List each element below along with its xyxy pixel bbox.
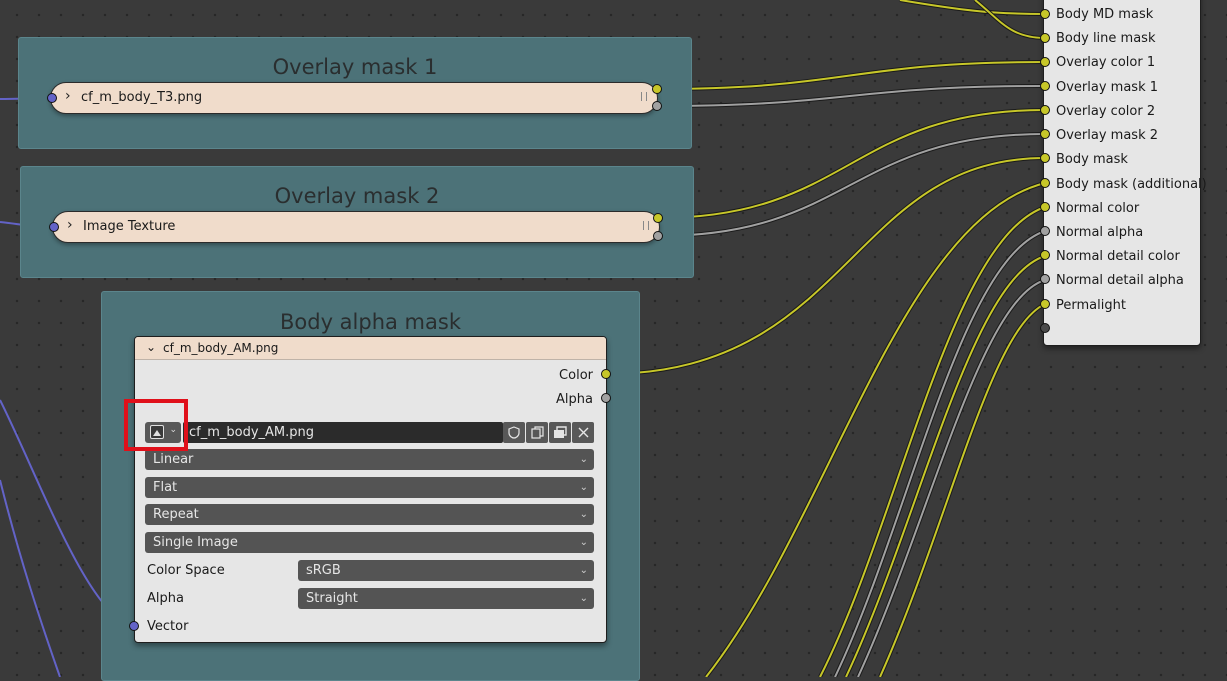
interpolation-dropdown[interactable]: Linear ⌄ xyxy=(145,449,594,470)
alpha-output-socket[interactable] xyxy=(653,231,663,241)
dropdown-value: Single Image xyxy=(153,535,238,550)
wire-overlay2-color xyxy=(657,108,1046,220)
alpha-output-socket[interactable] xyxy=(652,101,662,111)
group-input-label: Overlay color 2 xyxy=(1056,104,1156,119)
group-input-socket[interactable] xyxy=(1040,274,1050,284)
color-output-socket[interactable] xyxy=(653,213,663,223)
image-texture-node[interactable]: ⌄ cf_m_body_AM.png Color Alpha ⌄ cf_m_bo… xyxy=(134,336,607,643)
duplicate-button[interactable] xyxy=(526,422,548,443)
group-input-label: Normal color xyxy=(1056,201,1140,216)
group-input-socket[interactable] xyxy=(1040,202,1050,212)
highlight-box xyxy=(124,399,188,451)
frame-title: Overlay mask 1 xyxy=(272,55,438,79)
group-input-label: Body MD mask xyxy=(1056,7,1154,22)
extension-dropdown[interactable]: Repeat ⌄ xyxy=(145,504,594,525)
chevron-down-icon: ⌄ xyxy=(579,537,588,548)
image-name-field[interactable]: cf_m_body_AM.png xyxy=(183,422,503,443)
chevron-down-icon: ⌄ xyxy=(579,593,588,604)
output-label-color: Color xyxy=(559,368,593,383)
frame-title: Overlay mask 2 xyxy=(274,184,440,208)
open-button[interactable] xyxy=(549,422,571,443)
wire-overlay1-alpha xyxy=(656,84,1046,108)
node-header-label: cf_m_body_AM.png xyxy=(163,341,279,355)
duplicate-icon xyxy=(530,426,544,439)
chevron-right-icon[interactable]: › xyxy=(67,217,73,233)
alpha-output-socket[interactable] xyxy=(601,393,611,403)
color-output-socket[interactable] xyxy=(601,369,611,379)
color-output-socket[interactable] xyxy=(652,84,662,94)
node-label: cf_m_body_T3.png xyxy=(81,90,203,105)
alpha-mode-dropdown[interactable]: Straight ⌄ xyxy=(298,588,594,609)
group-input-label: Overlay mask 2 xyxy=(1056,128,1159,143)
image-texture-node-collapsed[interactable]: › Image Texture xyxy=(52,211,660,243)
open-icon xyxy=(554,426,567,438)
color-space-label: Color Space xyxy=(147,563,225,578)
group-input-label: Body mask (additional) xyxy=(1056,177,1207,192)
group-input-socket[interactable] xyxy=(1040,33,1050,43)
group-input-label: Permalight xyxy=(1056,298,1126,313)
dropdown-value: Repeat xyxy=(153,507,199,522)
group-input-label: Body line mask xyxy=(1056,31,1156,46)
chevron-down-icon: ⌄ xyxy=(579,509,588,520)
group-input-socket[interactable] xyxy=(1040,57,1050,67)
alpha-mode-label: Alpha xyxy=(147,591,184,606)
output-label-alpha: Alpha xyxy=(556,392,593,407)
grip-icon xyxy=(643,221,649,230)
projection-dropdown[interactable]: Flat ⌄ xyxy=(145,477,594,498)
dropdown-value: Straight xyxy=(306,591,358,606)
vector-input-label: Vector xyxy=(147,619,189,634)
dropdown-value: Flat xyxy=(153,480,178,495)
grip-icon xyxy=(641,92,647,101)
dropdown-value: sRGB xyxy=(306,563,341,578)
group-input-socket[interactable] xyxy=(1040,9,1050,19)
group-input-socket-empty[interactable] xyxy=(1040,323,1050,333)
wire-overlay1-color xyxy=(656,60,1046,91)
chevron-down-icon: ⌄ xyxy=(579,454,588,465)
image-texture-node-collapsed[interactable]: › cf_m_body_T3.png xyxy=(50,82,658,114)
wire-overlay2-mask xyxy=(657,132,1046,238)
group-input-socket[interactable] xyxy=(1040,178,1050,188)
vector-input-socket[interactable] xyxy=(129,621,139,631)
group-input-label: Overlay mask 1 xyxy=(1056,80,1159,95)
group-input-label: Normal detail color xyxy=(1056,249,1180,264)
group-input-socket[interactable] xyxy=(1040,153,1050,163)
color-space-dropdown[interactable]: sRGB ⌄ xyxy=(298,560,594,581)
node-label: Image Texture xyxy=(83,219,176,234)
group-input-label: Normal alpha xyxy=(1056,225,1144,240)
close-icon xyxy=(578,427,588,438)
group-node[interactable]: Body MD mask Body line mask Overlay colo… xyxy=(1043,0,1207,346)
group-input-socket[interactable] xyxy=(1040,299,1050,309)
group-input-label: Overlay color 1 xyxy=(1056,55,1156,70)
chevron-right-icon[interactable]: › xyxy=(65,88,71,104)
vector-input-socket[interactable] xyxy=(49,222,59,232)
fake-user-icon xyxy=(508,426,520,439)
group-input-socket[interactable] xyxy=(1040,226,1050,236)
group-input-socket[interactable] xyxy=(1040,105,1050,115)
group-input-label: Body mask xyxy=(1056,152,1128,167)
group-input-socket[interactable] xyxy=(1040,81,1050,91)
close-button[interactable] xyxy=(572,422,594,443)
chevron-down-icon: ⌄ xyxy=(579,482,588,493)
dropdown-value: Linear xyxy=(153,452,194,467)
chevron-down-icon[interactable]: ⌄ xyxy=(146,340,156,354)
group-input-socket[interactable] xyxy=(1040,129,1050,139)
group-input-label: Normal detail alpha xyxy=(1056,273,1184,288)
node-header[interactable]: ⌄ cf_m_body_AM.png xyxy=(135,337,606,360)
fake-user-button[interactable] xyxy=(503,422,525,443)
chevron-down-icon: ⌄ xyxy=(579,565,588,576)
group-input-socket[interactable] xyxy=(1040,250,1050,260)
source-dropdown[interactable]: Single Image ⌄ xyxy=(145,532,594,553)
vector-input-socket[interactable] xyxy=(47,93,57,103)
frame-title: Body alpha mask xyxy=(279,310,461,334)
